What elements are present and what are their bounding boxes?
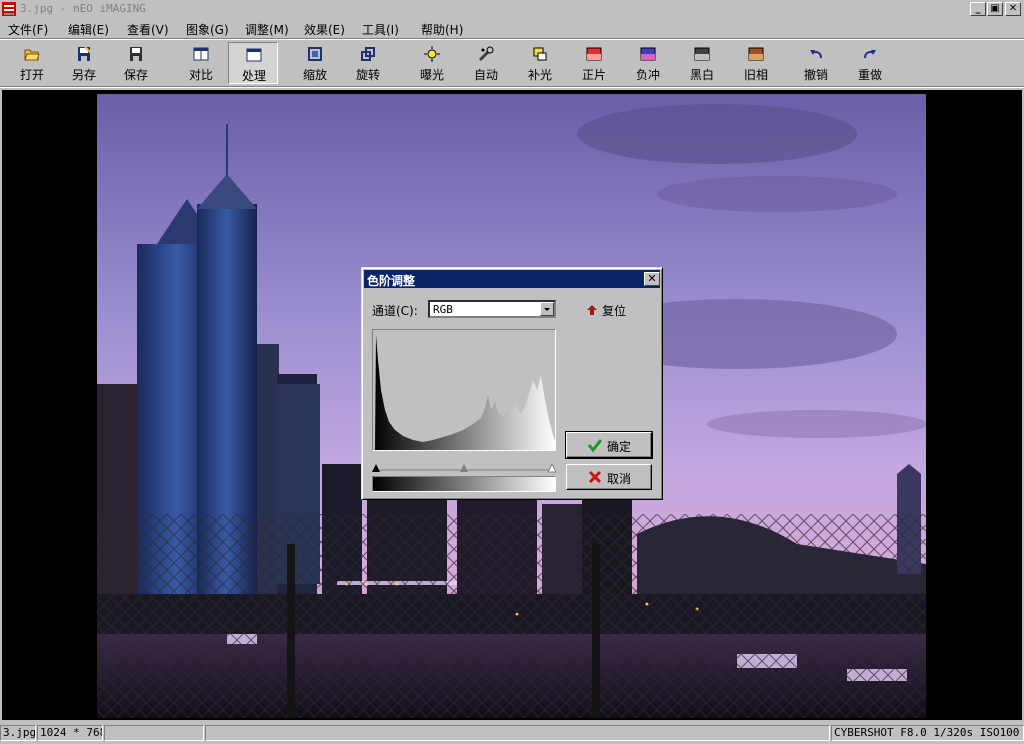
black-point-handle[interactable] — [372, 464, 380, 472]
compare-button[interactable]: 对比 — [176, 42, 226, 84]
cross-process-button[interactable]: 负冲 — [623, 42, 673, 84]
redo-button[interactable]: 重做 — [845, 42, 895, 84]
cancel-x-icon — [588, 470, 602, 484]
status-bar: 3.jpg 1024 * 768 CYBERSHOT F8.0 1/320s I… — [0, 722, 1024, 744]
status-empty-1 — [104, 725, 204, 741]
dialog-close-button[interactable]: ✕ — [644, 272, 660, 286]
rotate-label: 旋转 — [355, 68, 380, 82]
restore-button[interactable]: ▣ — [987, 2, 1003, 16]
chevron-down-icon[interactable] — [540, 302, 554, 316]
black-white-label: 黑白 — [689, 68, 714, 82]
save-as-label: 另存 — [71, 68, 96, 82]
cancel-label: 取消 — [607, 472, 632, 486]
output-gradient — [372, 476, 556, 492]
menu-effects[interactable]: 效果(E) — [304, 21, 345, 38]
histogram — [372, 329, 556, 451]
fill-light-icon — [533, 47, 547, 61]
redo-label: 重做 — [857, 68, 882, 82]
cross-process-icon — [640, 47, 656, 61]
menu-image[interactable]: 图象(G) — [186, 21, 229, 38]
black-white-button[interactable]: 黑白 — [677, 42, 727, 84]
open-label: 打开 — [19, 68, 44, 82]
white-point-handle[interactable] — [547, 462, 557, 473]
histogram-graph — [373, 335, 555, 450]
undo-button[interactable]: 撤销 — [791, 42, 841, 84]
toolbar-divider — [0, 86, 1024, 88]
redo-icon — [864, 50, 876, 59]
process-icon — [246, 48, 262, 62]
auto-button[interactable]: 自动 — [461, 42, 511, 84]
save-as-icon — [78, 46, 92, 61]
window-title: 3.jpg - nEO iMAGING — [20, 2, 146, 15]
channel-value: RGB — [433, 303, 453, 316]
sepia-icon — [748, 47, 764, 61]
fill-light-label: 补光 — [527, 68, 552, 82]
levels-dialog: 色阶调整 ✕ 通道(C): RGB 复位 确定 取消 — [361, 267, 663, 500]
minimize-button[interactable]: _ — [970, 2, 986, 16]
checkmark-icon — [587, 439, 603, 453]
sepia-label: 旧相 — [743, 68, 768, 82]
zoom-icon — [308, 47, 322, 61]
menu-tools[interactable]: 工具(I) — [362, 21, 399, 38]
reset-label: 复位 — [602, 304, 627, 318]
sepia-button[interactable]: 旧相 — [731, 42, 781, 84]
reset-button[interactable]: 复位 — [584, 302, 644, 318]
positive-label: 正片 — [581, 68, 606, 82]
cancel-button[interactable]: 取消 — [566, 464, 652, 490]
menu-bar: 文件(F) 编辑(E) 查看(V) 图象(G) 调整(M) 效果(E) 工具(I… — [0, 18, 1024, 38]
exposure-label: 曝光 — [419, 68, 444, 82]
channel-select[interactable]: RGB — [428, 300, 556, 318]
undo-icon — [810, 50, 822, 59]
menu-help[interactable]: 帮助(H) — [421, 21, 463, 38]
compare-icon — [193, 47, 209, 61]
exposure-button[interactable]: 曝光 — [407, 42, 457, 84]
up-arrow-icon — [587, 305, 597, 315]
dialog-title: 色阶调整 — [367, 274, 416, 288]
zoom-button[interactable]: 缩放 — [290, 42, 340, 84]
ok-button[interactable]: 确定 — [565, 431, 653, 459]
fill-light-button[interactable]: 补光 — [515, 42, 565, 84]
channel-label: 通道(C): — [372, 304, 418, 318]
save-button[interactable]: 保存 — [111, 42, 161, 84]
dialog-title-bar[interactable]: 色阶调整 ✕ — [364, 270, 660, 288]
toolbar: 打开 另存 保存 对比 处理 缩放 旋转 曝光 自动 补光 正片 负冲 黑白 旧… — [0, 40, 1024, 86]
levels-slider[interactable] — [372, 460, 557, 474]
rotate-button[interactable]: 旋转 — [343, 42, 393, 84]
zoom-label: 缩放 — [302, 68, 327, 82]
menu-view[interactable]: 查看(V) — [127, 21, 169, 38]
title-bar[interactable]: 3.jpg - nEO iMAGING _ ▣ ✕ — [0, 0, 1024, 18]
open-folder-icon — [24, 49, 40, 61]
black-white-icon — [694, 47, 710, 61]
menu-edit[interactable]: 编辑(E) — [68, 21, 109, 38]
menu-adjust[interactable]: 调整(M) — [245, 21, 289, 38]
process-button[interactable]: 处理 — [228, 42, 278, 84]
auto-label: 自动 — [473, 68, 498, 82]
exposure-icon — [424, 46, 440, 62]
auto-icon — [478, 46, 494, 62]
ok-label: 确定 — [607, 440, 632, 454]
status-empty-2 — [205, 725, 830, 741]
status-filename: 3.jpg — [0, 725, 36, 741]
status-exif: CYBERSHOT F8.0 1/320s ISO100 — [831, 725, 1024, 741]
close-button[interactable]: ✕ — [1005, 2, 1021, 16]
menu-file[interactable]: 文件(F) — [8, 21, 48, 38]
gamma-handle[interactable] — [460, 464, 468, 472]
save-icon — [130, 47, 142, 61]
undo-label: 撤销 — [803, 68, 828, 82]
positive-icon — [586, 47, 602, 61]
compare-label: 对比 — [188, 68, 213, 82]
save-as-button[interactable]: 另存 — [59, 42, 109, 84]
save-label: 保存 — [123, 68, 148, 82]
status-dimensions: 1024 * 768 — [37, 725, 103, 741]
process-label: 处理 — [241, 69, 266, 83]
app-icon — [2, 2, 16, 16]
rotate-icon — [361, 47, 375, 61]
cross-process-label: 负冲 — [635, 68, 660, 82]
positive-button[interactable]: 正片 — [569, 42, 619, 84]
open-button[interactable]: 打开 — [7, 42, 57, 84]
